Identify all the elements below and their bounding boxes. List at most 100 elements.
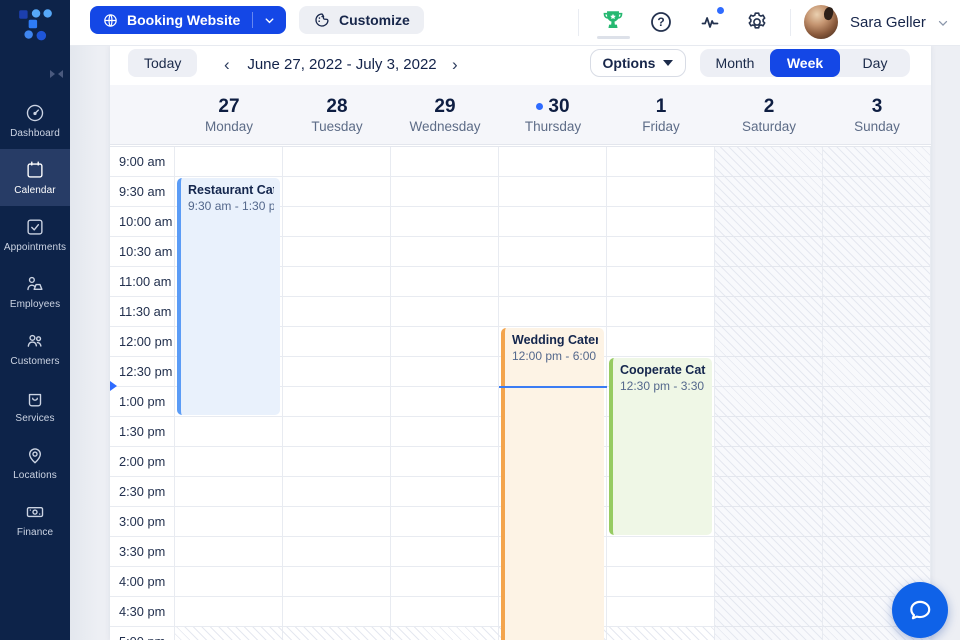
sidebar-item-locations[interactable]: Locations: [0, 434, 70, 491]
sidebar-item-label: Dashboard: [10, 128, 60, 139]
calendar-icon: [24, 159, 46, 181]
event-green[interactable]: Cooperate Cat... 12:30 pm - 3:30: [609, 358, 712, 535]
day-header-monday: 27 Monday: [175, 85, 283, 144]
view-switcher: Month Week Day: [700, 49, 910, 77]
appointments-icon: [24, 216, 46, 238]
time-label: 3:30 pm: [119, 544, 166, 559]
chat-icon: [907, 597, 933, 623]
trophy-progress-bar: [597, 36, 630, 39]
services-icon: [24, 387, 46, 409]
palette-icon: [313, 11, 331, 29]
options-label: Options: [602, 55, 656, 71]
calendar-card: Today ‹ June 27, 2022 - July 3, 2022 › O…: [110, 45, 931, 640]
day-name: Wednesday: [409, 118, 481, 134]
sidebar-item-calendar[interactable]: Calendar: [0, 149, 70, 206]
sidebar-item-label: Services: [15, 413, 55, 424]
main-content: Today ‹ June 27, 2022 - July 3, 2022 › O…: [70, 45, 960, 640]
help-icon[interactable]: ?: [649, 10, 673, 34]
sidebar: Dashboard Calendar Appointments Employees Cu…: [0, 0, 70, 640]
day-column-sunday[interactable]: [823, 147, 931, 640]
day-header-wednesday: 29 Wednesday: [391, 85, 499, 144]
day-number-text: 28: [326, 95, 348, 117]
time-label: 10:30 am: [119, 244, 173, 259]
customers-icon: [24, 330, 46, 352]
day-name: Friday: [642, 118, 680, 134]
sidebar-nav: Dashboard Calendar Appointments Employees Cu…: [0, 92, 70, 548]
day-name: Thursday: [524, 118, 582, 134]
collapse-sidebar-icon[interactable]: [50, 70, 63, 78]
user-name[interactable]: Sara Geller: [850, 0, 926, 45]
day-header-friday: 1 Friday: [607, 85, 715, 144]
sidebar-item-label: Locations: [13, 470, 57, 481]
triangle-right-icon: [50, 70, 55, 78]
trophy-icon[interactable]: [600, 8, 626, 34]
day-number: 27: [218, 96, 239, 118]
event-orange[interactable]: Wedding Cater... 12:00 pm - 6:00: [501, 328, 604, 640]
employees-icon: [24, 273, 46, 295]
day-column-saturday[interactable]: [715, 147, 823, 640]
sidebar-item-services[interactable]: Services: [0, 377, 70, 434]
day-number: 30: [536, 96, 570, 118]
sidebar-item-label: Calendar: [14, 185, 56, 196]
event-title: Wedding Cater...: [512, 333, 598, 347]
time-label: 12:30 pm: [119, 364, 173, 379]
day-number-text: 2: [763, 95, 775, 117]
day-number-text: 1: [655, 95, 667, 117]
time-label: 1:00 pm: [119, 394, 166, 409]
now-marker-triangle: [110, 381, 117, 391]
time-column: 9:00 am 9:30 am 10:00 am 10:30 am 11:00 am 11…: [110, 147, 175, 640]
day-number-text: 27: [218, 95, 240, 117]
gear-icon[interactable]: [745, 10, 769, 34]
calendar-toolbar: Today ‹ June 27, 2022 - July 3, 2022 › O…: [110, 45, 931, 85]
chevron-down-icon: [252, 12, 276, 28]
event-title: Cooperate Cat...: [620, 363, 706, 377]
sidebar-item-employees[interactable]: Employees: [0, 263, 70, 320]
sidebar-item-customers[interactable]: Customers: [0, 320, 70, 377]
customize-button[interactable]: Customize: [299, 6, 424, 34]
calendar-grid[interactable]: 9:00 am 9:30 am 10:00 am 10:30 am 11:00 am 11…: [110, 146, 931, 640]
trafft-logo-icon[interactable]: [16, 5, 54, 41]
event-time: 9:30 am - 1:30 pm: [188, 199, 274, 213]
time-label: 9:00 am: [119, 154, 166, 169]
now-line: [499, 386, 607, 388]
today-dot: [536, 103, 544, 110]
view-tab-week[interactable]: Week: [770, 49, 840, 77]
day-number: 28: [326, 96, 347, 118]
sidebar-item-appointments[interactable]: Appointments: [0, 206, 70, 263]
day-header-thursday: 30 Thursday: [499, 85, 607, 144]
time-label: 2:00 pm: [119, 454, 166, 469]
locations-icon: [24, 444, 46, 466]
sidebar-item-label: Customers: [10, 356, 60, 367]
chevron-right-icon[interactable]: ›: [448, 45, 462, 85]
topbar-divider: [578, 9, 579, 36]
time-label: 9:30 am: [119, 184, 166, 199]
view-tab-day[interactable]: Day: [840, 49, 910, 77]
day-column-wednesday[interactable]: [391, 147, 499, 640]
date-range: June 27, 2022 - July 3, 2022: [247, 56, 437, 73]
sidebar-item-dashboard[interactable]: Dashboard: [0, 92, 70, 149]
chevron-down-icon[interactable]: [936, 0, 950, 45]
booking-website-button[interactable]: Booking Website: [90, 6, 287, 34]
day-number-text: 29: [434, 95, 456, 117]
event-blue[interactable]: Restaurant Cat... 9:30 am - 1:30 pm: [177, 178, 280, 415]
day-number: 3: [872, 96, 883, 118]
chat-button[interactable]: [892, 582, 948, 638]
day-number-text: 3: [871, 95, 883, 117]
time-label: 10:00 am: [119, 214, 173, 229]
time-label: 4:00 pm: [119, 574, 166, 589]
sidebar-item-finance[interactable]: Finance: [0, 491, 70, 548]
time-label: 11:30 am: [119, 304, 172, 319]
finance-icon: [24, 501, 46, 523]
avatar[interactable]: [804, 5, 838, 39]
view-tab-month[interactable]: Month: [700, 49, 770, 77]
time-label: 12:00 pm: [119, 334, 173, 349]
dashboard-icon: [24, 102, 46, 124]
caret-down-icon: [663, 60, 674, 66]
day-column-tuesday[interactable]: [283, 147, 391, 640]
event-time: 12:30 pm - 3:30: [620, 379, 705, 393]
options-button[interactable]: Options: [590, 49, 686, 77]
time-label: 11:00 am: [119, 274, 172, 289]
topbar-divider: [790, 9, 791, 36]
day-number: 1: [656, 96, 667, 118]
today-button[interactable]: Today: [128, 49, 198, 77]
